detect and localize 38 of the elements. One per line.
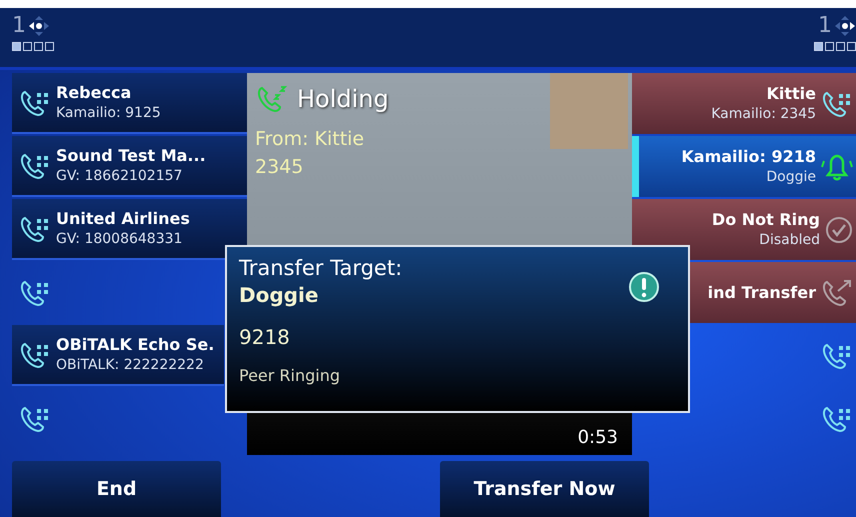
- transfer-target-number: 9218: [239, 324, 291, 351]
- line-key[interactable]: Kamailio: 9218 Doggie: [632, 136, 856, 197]
- key-detail: Disabled: [758, 230, 820, 250]
- soft-key-button[interactable]: End: [12, 461, 221, 517]
- line-key[interactable]: Sound Test Ma... GV: 18662102157: [12, 136, 247, 197]
- key-detail: Kamailio: 9125: [56, 104, 161, 122]
- navigation-arrows-icon[interactable]: [834, 15, 856, 37]
- alert-icon: [628, 271, 660, 303]
- transfer-status: Peer Ringing: [239, 365, 342, 387]
- key-detail: Kamailio: 2345: [711, 104, 816, 124]
- call-timer: 0:53: [578, 426, 618, 450]
- key-name: Do Not Ring: [712, 210, 820, 230]
- caller-number: 2345: [255, 155, 304, 180]
- key-name: Sound Test Ma...: [56, 146, 206, 166]
- key-name: Kamailio: 9218: [681, 146, 816, 166]
- key-detail: GV: 18008648331: [56, 230, 184, 248]
- line-key[interactable]: OBiTALK Echo Se. OBiTALK: 222222222: [12, 325, 224, 386]
- transfer-target-name: Doggie: [239, 282, 318, 308]
- key-name: OBiTALK Echo Se.: [56, 334, 214, 354]
- page-number: 1: [12, 14, 26, 38]
- call-status: Holding: [297, 84, 389, 115]
- caller-name: From: Kittie: [255, 127, 366, 152]
- line-key[interactable]: Do Not Ring Disabled: [632, 199, 856, 260]
- phone-hold-icon: [255, 83, 289, 115]
- line-key[interactable]: Rebecca Kamailio: 9125: [12, 73, 247, 134]
- line-key[interactable]: Kittie Kamailio: 2345: [632, 73, 856, 134]
- line-key[interactable]: United Airlines GV: 18008648331: [12, 199, 247, 260]
- key-name: Rebecca: [56, 82, 132, 102]
- soft-key-button[interactable]: Transfer Now: [440, 461, 649, 517]
- key-name: ind Transfer: [708, 282, 816, 302]
- check-icon: [824, 214, 854, 244]
- page-number: 1: [818, 14, 832, 38]
- key-detail: Doggie: [765, 168, 816, 186]
- navigation-arrows-icon[interactable]: [28, 15, 50, 37]
- key-detail: GV: 18662102157: [56, 166, 184, 186]
- key-detail: OBiTALK: 222222222: [56, 356, 205, 374]
- key-name: Kittie: [765, 84, 816, 104]
- key-name: United Airlines: [56, 208, 190, 228]
